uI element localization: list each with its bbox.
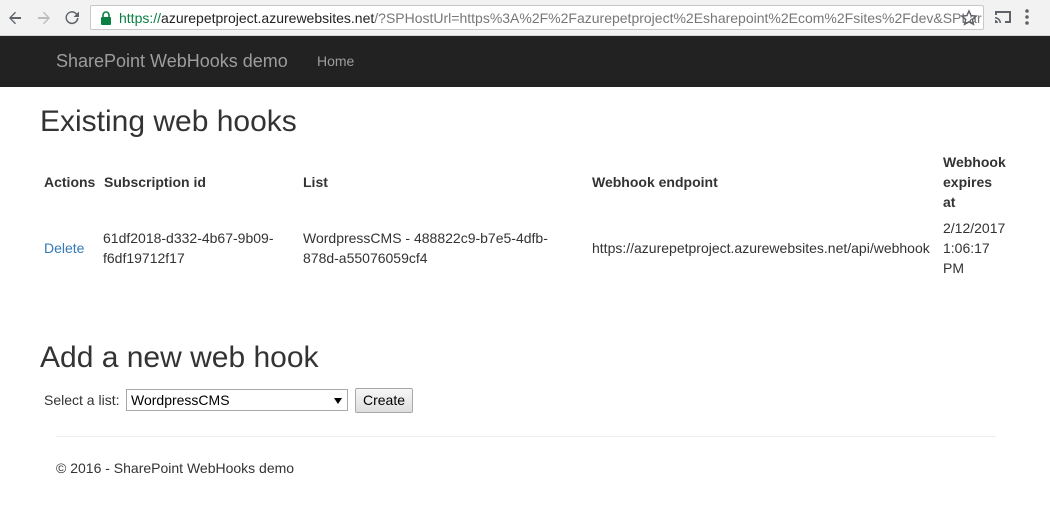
address-bar[interactable]: https://azurepetproject.azurewebsites.ne… [90,5,984,30]
column-header-endpoint: Webhook endpoint [592,174,718,190]
column-header-subscription-id: Subscription id [104,174,206,190]
reload-icon [65,11,79,25]
top-navbar: SharePoint WebHooks demo Home [0,36,1050,87]
column-header-list: List [303,174,328,190]
lock-icon [101,11,111,25]
add-hook-heading: Add a new web hook [40,341,319,374]
cast-icon[interactable] [993,8,1013,26]
list-select[interactable]: WordpressCMS [126,389,348,411]
column-header-actions: Actions [44,174,96,190]
dropdown-arrow-icon [334,398,342,404]
url-path: /?SPHostUrl=https%3A%2F%2Fazurepetprojec… [374,10,982,26]
footer-divider [56,436,996,437]
webhook-endpoint: https://azurepetproject.azurewebsites.ne… [592,240,930,256]
expires-time: 1:06:17 [943,240,990,256]
footer-text: © 2016 - SharePoint WebHooks demo [56,460,295,476]
column-header-expires-line-1: Webhook [943,154,1006,170]
url-host: azurepetproject.azurewebsites.net [161,10,375,26]
list-select-value: WordpressCMS [131,392,230,408]
subscription-id-line-2: f6df19712f17 [103,250,185,266]
more-menu-icon[interactable] [1024,8,1030,26]
back-button[interactable] [4,7,26,29]
url-text: https://azurepetproject.azurewebsites.ne… [119,10,982,26]
delete-link[interactable]: Delete [44,238,84,258]
url-scheme: https:// [119,10,162,26]
forward-arrow-icon [38,11,50,25]
reload-button[interactable] [61,7,83,29]
list-line-2: 878d-a55076059cf4 [303,250,428,266]
expires-meridiem: PM [943,260,964,276]
column-header-expires-line-3: at [943,194,956,210]
nav-home-link[interactable]: Home [317,53,354,69]
expires-date: 2/12/2017 [943,220,1006,236]
forward-button[interactable] [33,7,55,29]
existing-hooks-heading: Existing web hooks [40,105,297,138]
browser-toolbar: https://azurepetproject.azurewebsites.ne… [0,0,1050,36]
list-line-1: WordpressCMS - 488822c9-b7e5-4dfb- [303,230,548,246]
create-button[interactable]: Create [355,388,413,413]
column-header-expires-line-2: expires [943,174,993,190]
back-arrow-icon [9,11,21,25]
subscription-id-line-1: 61df2018-d332-4b67-9b09- [103,230,274,246]
bookmark-star-icon[interactable] [960,9,978,27]
navbar-brand[interactable]: SharePoint WebHooks demo [56,51,288,71]
select-list-label: Select a list: [44,392,120,408]
